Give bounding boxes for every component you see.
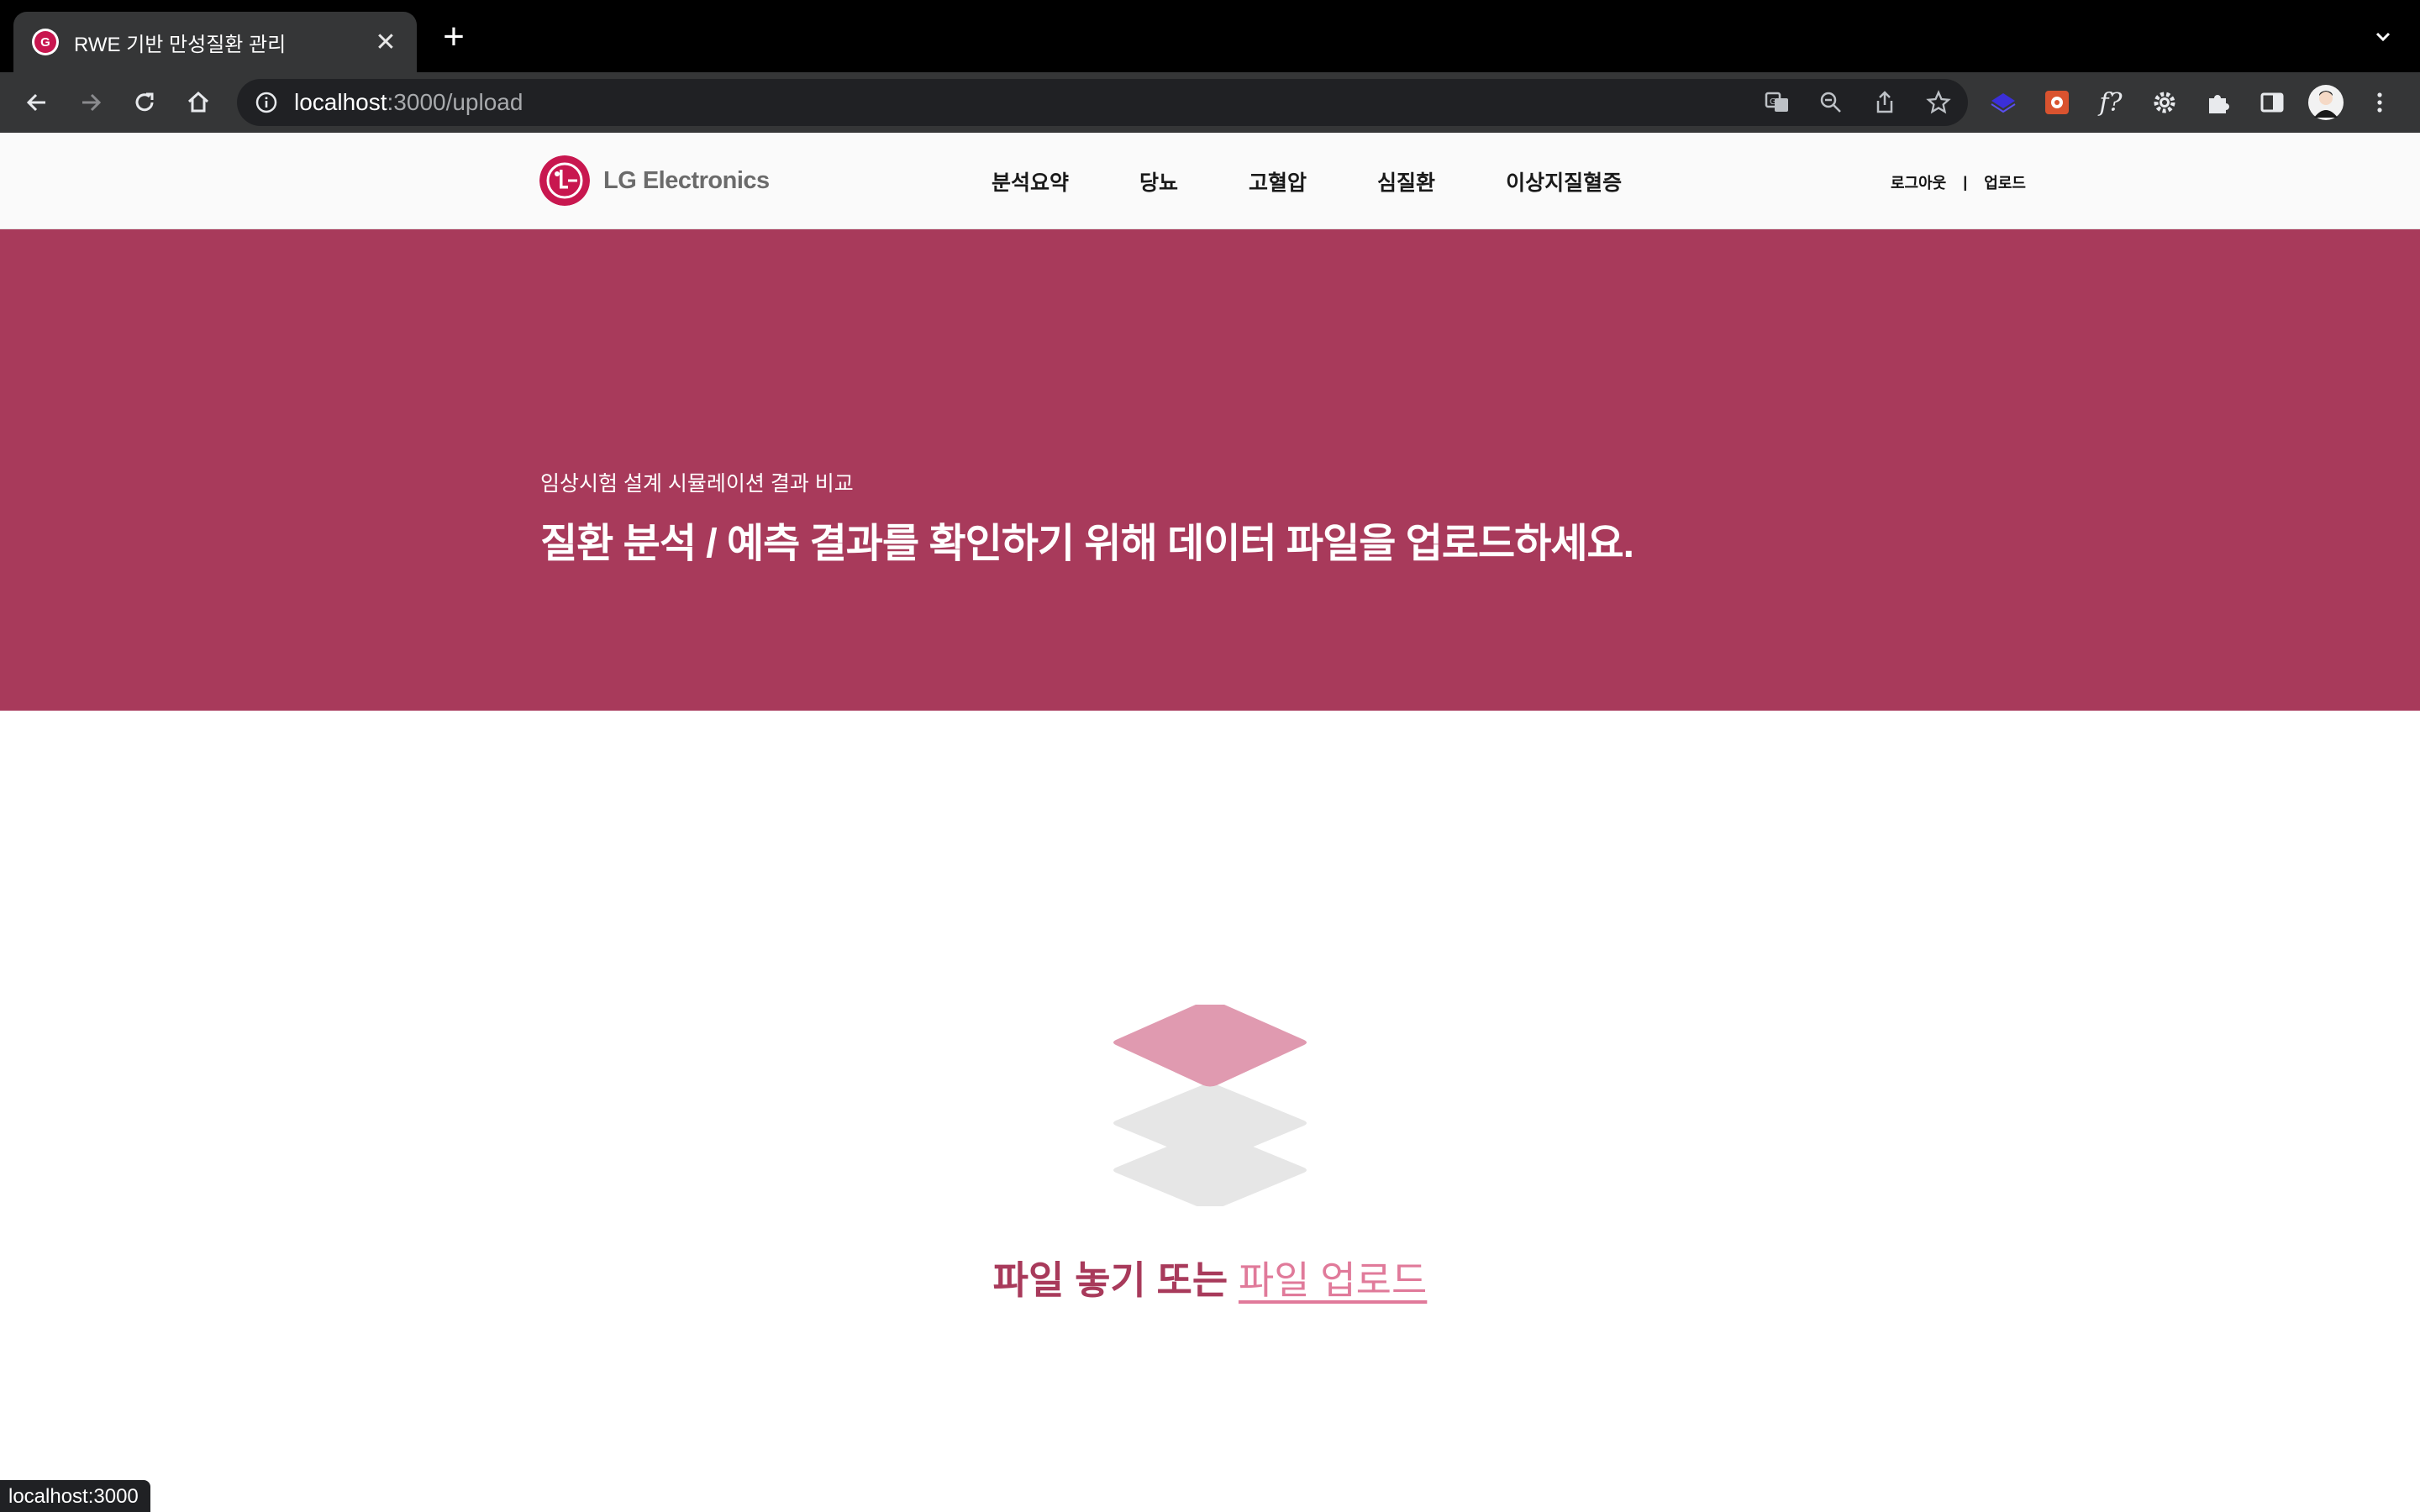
layers-extension-icon[interactable] [1983, 82, 2023, 123]
lg-favicon-icon: G [32, 29, 59, 55]
hero-subtitle: 임상시험 설계 시뮬레이션 결과 비교 [540, 472, 854, 496]
svg-text:G: G [1770, 97, 1776, 107]
arrow-left-icon [26, 93, 45, 112]
lg-logo-icon [539, 155, 590, 206]
drop-instruction: 파일 놓기 또는 파일 업로드 [0, 1250, 2420, 1305]
forward-button[interactable] [71, 82, 111, 123]
bug-extension-icon[interactable] [2037, 82, 2077, 123]
font-extension-icon[interactable]: f? [2091, 82, 2131, 123]
puzzle-extensions-icon[interactable] [2198, 82, 2238, 123]
hero-banner: 임상시험 설계 시뮬레이션 결과 비교 질환 분석 / 예측 결과를 확인하기 … [0, 229, 2420, 711]
menu-separator: | [1963, 173, 1968, 191]
profile-avatar[interactable] [2306, 82, 2346, 123]
translate-icon[interactable]: G [1758, 83, 1797, 122]
info-icon[interactable] [254, 90, 279, 115]
hero-title: 질환 분석 / 예측 결과를 확인하기 위해 데이터 파일을 업로드하세요. [540, 522, 1634, 566]
nav-item-diabetes[interactable]: 당뇨 [1139, 166, 1178, 197]
share-icon[interactable] [1865, 83, 1904, 122]
bookmark-star-icon[interactable] [1919, 83, 1958, 122]
browser-tab[interactable]: G RWE 기반 만성질환 관리 ✕ [13, 12, 417, 72]
browser-tab-bar: G RWE 기반 만성질환 관리 ✕ + [0, 0, 2420, 72]
file-drop-zone[interactable]: 파일 놓기 또는 파일 업로드 [0, 711, 2420, 1512]
user-menu: 로그아웃 | 업로드 [1891, 171, 2026, 193]
lg-logo[interactable]: LG Electronics [539, 155, 770, 207]
reload-icon [135, 92, 154, 112]
tab-search-chevron-icon[interactable] [2371, 25, 2395, 49]
url-host: localhost [294, 89, 387, 115]
arrow-right-icon [82, 93, 102, 112]
browser-toolbar: localhost:3000/upload G f? [0, 72, 2420, 133]
url-path: :3000/upload [387, 89, 523, 115]
logout-link[interactable]: 로그아웃 [1891, 171, 1946, 193]
logo-text: LG Electronics [603, 166, 770, 194]
settings-gear-icon[interactable] [2144, 82, 2185, 123]
reload-button[interactable] [124, 82, 165, 123]
nav-item-hypertension[interactable]: 고혈압 [1249, 166, 1307, 197]
side-panel-icon[interactable] [2252, 82, 2292, 123]
chrome-menu-icon[interactable] [2360, 82, 2400, 123]
address-bar[interactable]: localhost:3000/upload G [237, 79, 1968, 126]
file-upload-link[interactable]: 파일 업로드 [1239, 1258, 1427, 1302]
home-button[interactable] [178, 82, 218, 123]
new-tab-icon[interactable]: + [437, 18, 471, 55]
status-url-bubble: localhost:3000 [0, 1480, 150, 1512]
home-icon [187, 91, 209, 113]
nav-item-summary[interactable]: 분석요약 [992, 166, 1069, 197]
zoom-out-icon[interactable] [1812, 83, 1850, 122]
site-header: LG Electronics 분석요약 당뇨 고혈압 심질환 이상지질혈증 로그… [0, 133, 2420, 229]
close-tab-icon[interactable]: ✕ [373, 28, 398, 57]
drop-text: 파일 놓기 또는 [992, 1258, 1239, 1302]
extensions-bar: f? [1983, 81, 2400, 124]
main-nav: 분석요약 당뇨 고혈압 심질환 이상지질혈증 [992, 166, 1622, 197]
back-button[interactable] [17, 82, 57, 123]
nav-item-heart-disease[interactable]: 심질환 [1377, 166, 1435, 197]
layers-icon [1113, 1005, 1307, 1206]
upload-link[interactable]: 업로드 [1984, 171, 2026, 193]
tab-title: RWE 기반 만성질환 관리 [74, 33, 287, 56]
nav-item-dyslipidemia[interactable]: 이상지질혈증 [1506, 166, 1622, 197]
